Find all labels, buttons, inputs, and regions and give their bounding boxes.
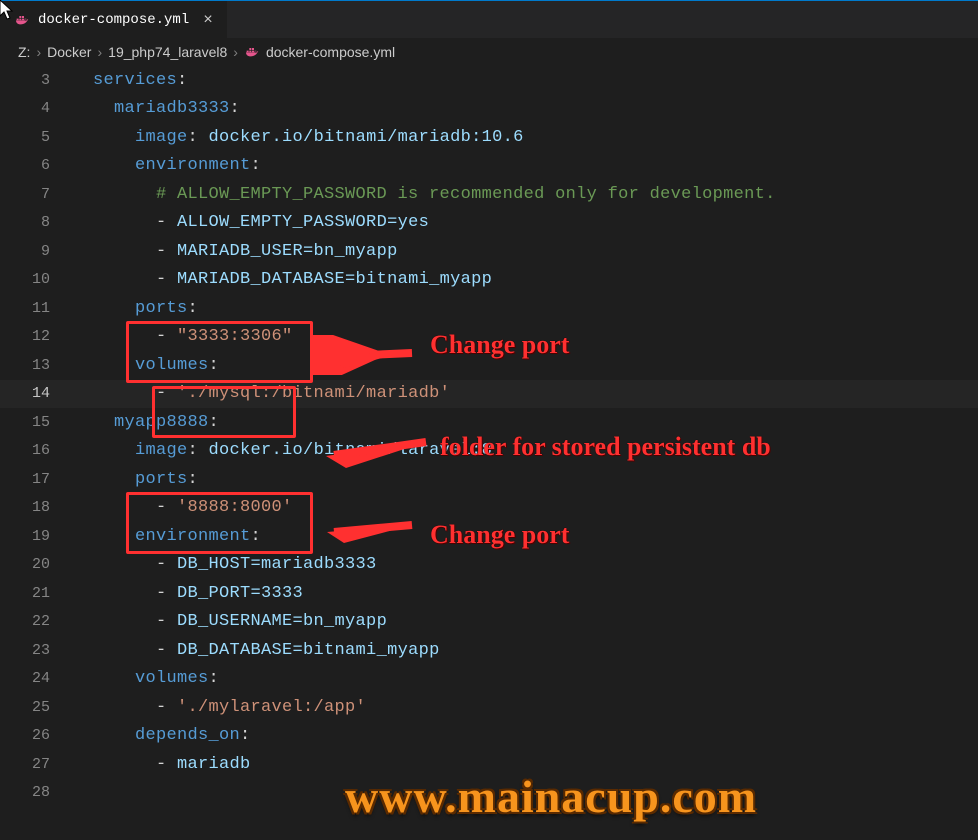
code-line[interactable]: 23 - DB_DATABASE=bitnami_myapp — [0, 636, 978, 665]
code-line[interactable]: 5 image: docker.io/bitnami/mariadb:10.6 — [0, 123, 978, 152]
code-content: - './mylaravel:/app' — [72, 699, 366, 716]
line-number: 10 — [0, 271, 72, 288]
line-number: 14 — [0, 385, 72, 402]
code-line[interactable]: 27 - mariadb — [0, 750, 978, 779]
code-content: image: docker.io/bitnami/laravel:8 — [72, 442, 492, 459]
line-number: 16 — [0, 442, 72, 459]
code-line[interactable]: 13 volumes: — [0, 351, 978, 380]
code-line[interactable]: 14 - './mysql:/bitnami/mariadb' — [0, 380, 978, 409]
code-content: ports: — [72, 300, 198, 317]
code-line[interactable]: 15 myapp8888: — [0, 408, 978, 437]
line-number: 19 — [0, 528, 72, 545]
breadcrumb-item[interactable]: 19_php74_laravel8 — [108, 44, 227, 60]
line-number: 17 — [0, 471, 72, 488]
breadcrumb-item[interactable]: Z: — [18, 44, 30, 60]
chevron-right-icon: › — [97, 44, 102, 60]
line-number: 28 — [0, 784, 72, 801]
code-line[interactable]: 11 ports: — [0, 294, 978, 323]
code-content: - '8888:8000' — [72, 499, 293, 516]
code-content: - DB_PORT=3333 — [72, 585, 303, 602]
line-number: 12 — [0, 328, 72, 345]
code-line[interactable]: 8 - ALLOW_EMPTY_PASSWORD=yes — [0, 209, 978, 238]
code-content: - MARIADB_USER=bn_myapp — [72, 243, 398, 260]
tab-bar: docker-compose.yml × — [0, 0, 978, 38]
chevron-right-icon: › — [233, 44, 238, 60]
line-number: 20 — [0, 556, 72, 573]
code-content: environment: — [72, 157, 261, 174]
line-number: 26 — [0, 727, 72, 744]
line-number: 27 — [0, 756, 72, 773]
line-number: 4 — [0, 100, 72, 117]
code-line[interactable]: 26 depends_on: — [0, 722, 978, 751]
code-content: - './mysql:/bitnami/mariadb' — [72, 385, 450, 402]
line-number: 23 — [0, 642, 72, 659]
line-number: 18 — [0, 499, 72, 516]
line-number: 13 — [0, 357, 72, 374]
code-line[interactable]: 6 environment: — [0, 152, 978, 181]
line-number: 6 — [0, 157, 72, 174]
code-content: - ALLOW_EMPTY_PASSWORD=yes — [72, 214, 429, 231]
code-line[interactable]: 20 - DB_HOST=mariadb3333 — [0, 551, 978, 580]
code-content: depends_on: — [72, 727, 251, 744]
line-number: 11 — [0, 300, 72, 317]
code-line[interactable]: 19 environment: — [0, 522, 978, 551]
line-number: 21 — [0, 585, 72, 602]
breadcrumb: Z: › Docker › 19_php74_laravel8 › docker… — [0, 38, 978, 66]
line-number: 25 — [0, 699, 72, 716]
code-line[interactable]: 12 - "3333:3306" — [0, 323, 978, 352]
docker-icon — [14, 12, 30, 28]
code-content: - MARIADB_DATABASE=bitnami_myapp — [72, 271, 492, 288]
code-line[interactable]: 22 - DB_USERNAME=bn_myapp — [0, 608, 978, 637]
line-number: 8 — [0, 214, 72, 231]
code-line[interactable]: 9 - MARIADB_USER=bn_myapp — [0, 237, 978, 266]
code-line[interactable]: 21 - DB_PORT=3333 — [0, 579, 978, 608]
code-content: myapp8888: — [72, 414, 219, 431]
line-number: 3 — [0, 72, 72, 89]
close-icon[interactable]: × — [203, 12, 213, 28]
file-tab[interactable]: docker-compose.yml × — [0, 1, 228, 38]
line-number: 24 — [0, 670, 72, 687]
line-number: 15 — [0, 414, 72, 431]
code-content: environment: — [72, 528, 261, 545]
line-number: 9 — [0, 243, 72, 260]
code-line[interactable]: 28 — [0, 779, 978, 808]
code-line[interactable]: 10 - MARIADB_DATABASE=bitnami_myapp — [0, 266, 978, 295]
code-content: - mariadb — [72, 756, 251, 773]
code-content: - DB_HOST=mariadb3333 — [72, 556, 377, 573]
breadcrumb-item[interactable]: Docker — [47, 44, 91, 60]
chevron-right-icon: › — [36, 44, 41, 60]
code-line[interactable]: 17 ports: — [0, 465, 978, 494]
code-editor[interactable]: 3 services:4 mariadb3333:5 image: docker… — [0, 66, 978, 807]
code-content: # ALLOW_EMPTY_PASSWORD is recommended on… — [72, 186, 776, 203]
code-line[interactable]: 24 volumes: — [0, 665, 978, 694]
code-content: volumes: — [72, 357, 219, 374]
code-line[interactable]: 3 services: — [0, 66, 978, 95]
code-line[interactable]: 4 mariadb3333: — [0, 95, 978, 124]
line-number: 22 — [0, 613, 72, 630]
code-content: ports: — [72, 471, 198, 488]
code-content: - "3333:3306" — [72, 328, 293, 345]
breadcrumb-item[interactable]: docker-compose.yml — [266, 44, 395, 60]
code-content: image: docker.io/bitnami/mariadb:10.6 — [72, 129, 524, 146]
docker-icon — [244, 44, 260, 60]
code-content: - DB_DATABASE=bitnami_myapp — [72, 642, 440, 659]
code-line[interactable]: 25 - './mylaravel:/app' — [0, 693, 978, 722]
code-line[interactable]: 7 # ALLOW_EMPTY_PASSWORD is recommended … — [0, 180, 978, 209]
code-line[interactable]: 18 - '8888:8000' — [0, 494, 978, 523]
code-line[interactable]: 16 image: docker.io/bitnami/laravel:8 — [0, 437, 978, 466]
line-number: 7 — [0, 186, 72, 203]
code-content: volumes: — [72, 670, 219, 687]
tab-filename: docker-compose.yml — [38, 12, 189, 28]
code-content: services: — [72, 72, 188, 89]
code-content: - DB_USERNAME=bn_myapp — [72, 613, 387, 630]
line-number: 5 — [0, 129, 72, 146]
code-content: mariadb3333: — [72, 100, 240, 117]
